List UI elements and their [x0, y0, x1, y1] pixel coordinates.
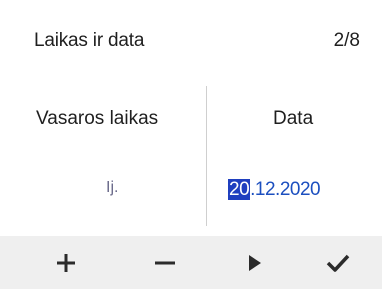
column-divider [206, 86, 207, 226]
play-icon [249, 254, 261, 271]
date-value[interactable]: 20.12.2020 [228, 179, 321, 201]
plus-button[interactable] [36, 236, 96, 289]
minus-icon [155, 261, 175, 264]
plus-icon [57, 253, 75, 272]
date-rest: .12.2020 [250, 179, 321, 200]
date-label: Data [273, 108, 314, 129]
page-indicator: 2/8 [333, 30, 360, 51]
next-button[interactable] [225, 236, 285, 289]
minus-button[interactable] [130, 236, 200, 289]
confirm-button[interactable] [308, 236, 368, 289]
date-day-selected[interactable]: 20 [228, 179, 251, 200]
time-date-screen: Laikas ir data 2/8 Vasaros laikas Data I… [0, 0, 382, 289]
header: Laikas ir data 2/8 [0, 0, 382, 66]
summer-time-label: Vasaros laikas [36, 108, 159, 129]
check-icon [326, 254, 350, 272]
summer-time-value[interactable]: Ij. [106, 179, 118, 197]
toolbar [0, 236, 382, 289]
screen-title: Laikas ir data [34, 30, 145, 51]
